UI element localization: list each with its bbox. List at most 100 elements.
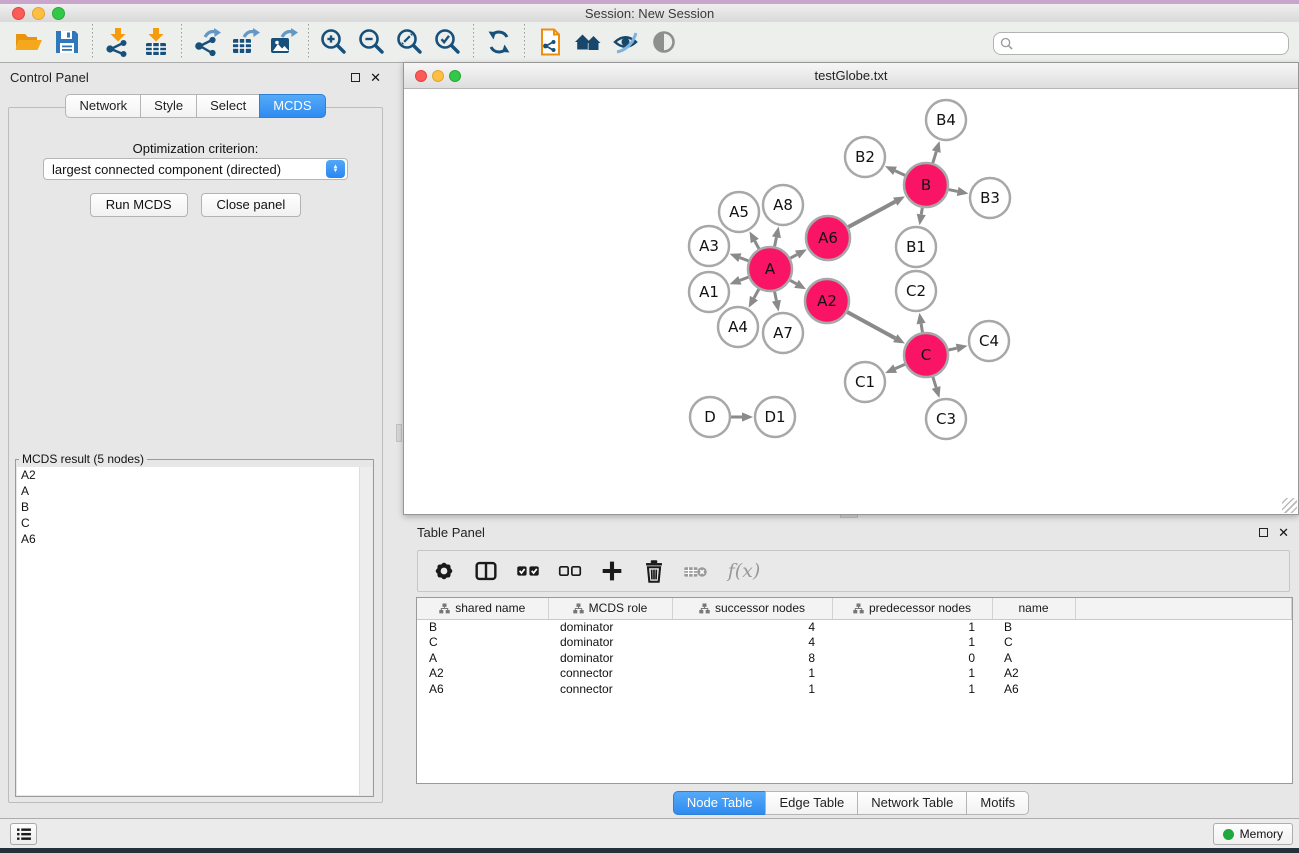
- node-A1[interactable]: A1: [689, 272, 729, 312]
- node-table[interactable]: shared nameMCDS rolesuccessor nodesprede…: [416, 597, 1293, 784]
- tab-mcds[interactable]: MCDS: [259, 94, 325, 118]
- table-tab-network-table[interactable]: Network Table: [857, 791, 967, 815]
- node-A5[interactable]: A5: [719, 192, 759, 232]
- network-document-button[interactable]: [531, 24, 569, 60]
- close-panel-icon[interactable]: ✕: [1278, 526, 1289, 539]
- memory-button[interactable]: Memory: [1213, 823, 1293, 845]
- open-button[interactable]: [10, 24, 48, 60]
- edge-A-A2[interactable]: [790, 280, 806, 289]
- column-header-MCDS-role[interactable]: MCDS role: [548, 598, 672, 619]
- node-B4[interactable]: B4: [926, 100, 966, 140]
- network-graph[interactable]: B4B2BB3A8A5A6A3B1AC2A1A2A4A7C4CC1DD1C3: [404, 89, 1298, 514]
- edge-B-B4[interactable]: [932, 141, 941, 163]
- edge-A-A8[interactable]: [772, 227, 781, 247]
- cell-MCDS-role[interactable]: dominator: [548, 619, 672, 635]
- node-B1[interactable]: B1: [896, 227, 936, 267]
- node-A4[interactable]: A4: [718, 307, 758, 347]
- table-row[interactable]: Cdominator41C: [417, 635, 1292, 651]
- table-row[interactable]: Adominator80A: [417, 650, 1292, 666]
- table-row[interactable]: A2connector11A2: [417, 666, 1292, 682]
- cell-name[interactable]: A2: [992, 666, 1075, 682]
- node-D[interactable]: D: [690, 397, 730, 437]
- node-D1[interactable]: D1: [755, 397, 795, 437]
- node-A8[interactable]: A8: [763, 185, 803, 225]
- result-item[interactable]: C: [17, 515, 372, 531]
- cell-name[interactable]: B: [992, 619, 1075, 635]
- edge-C-C3[interactable]: [932, 377, 941, 398]
- column-header-name[interactable]: name: [992, 598, 1075, 619]
- table-row[interactable]: Bdominator41B: [417, 619, 1292, 635]
- node-A6[interactable]: A6: [806, 216, 850, 260]
- edge-C-C2[interactable]: [917, 313, 926, 333]
- edge-A6-B[interactable]: [848, 196, 905, 227]
- cell-successor-nodes[interactable]: 1: [672, 666, 832, 682]
- node-C4[interactable]: C4: [969, 321, 1009, 361]
- cell-shared-name[interactable]: C: [417, 635, 548, 651]
- result-scrollbar[interactable]: [359, 467, 372, 795]
- cell-shared-name[interactable]: A2: [417, 666, 548, 682]
- close-panel-icon[interactable]: ✕: [370, 71, 381, 84]
- cell-MCDS-role[interactable]: dominator: [548, 635, 672, 651]
- node-B2[interactable]: B2: [845, 137, 885, 177]
- cell-predecessor-nodes[interactable]: 0: [832, 650, 992, 666]
- node-C3[interactable]: C3: [926, 399, 966, 439]
- save-button[interactable]: [48, 24, 86, 60]
- result-item[interactable]: A6: [17, 531, 372, 547]
- cell-successor-nodes[interactable]: 4: [672, 619, 832, 635]
- node-C2[interactable]: C2: [896, 271, 936, 311]
- run-mcds-button[interactable]: Run MCDS: [90, 193, 188, 217]
- criterion-select[interactable]: largest connected component (directed) ▲…: [43, 158, 348, 180]
- import-table-button[interactable]: [137, 24, 175, 60]
- column-header-predecessor-nodes[interactable]: predecessor nodes: [832, 598, 992, 619]
- result-item[interactable]: B: [17, 499, 372, 515]
- hide-details-button[interactable]: [607, 24, 645, 60]
- edge-A-A4[interactable]: [749, 289, 759, 308]
- show-columns-button[interactable]: [468, 554, 504, 588]
- split-divider-handle[interactable]: [396, 424, 402, 442]
- select-all-button[interactable]: [510, 554, 546, 588]
- function-builder-button[interactable]: f(x): [720, 554, 768, 588]
- cell-predecessor-nodes[interactable]: 1: [832, 666, 992, 682]
- delete-table-button[interactable]: [678, 554, 714, 588]
- refresh-button[interactable]: [480, 24, 518, 60]
- node-B3[interactable]: B3: [970, 178, 1010, 218]
- cell-successor-nodes[interactable]: 1: [672, 681, 832, 697]
- table-settings-button[interactable]: [426, 554, 462, 588]
- zoom-out-button[interactable]: [353, 24, 391, 60]
- column-header-successor-nodes[interactable]: successor nodes: [672, 598, 832, 619]
- edge-D-D1[interactable]: [731, 412, 753, 421]
- search-box[interactable]: [993, 32, 1289, 55]
- node-C[interactable]: C: [904, 333, 948, 377]
- node-A3[interactable]: A3: [689, 226, 729, 266]
- deselect-all-button[interactable]: [552, 554, 588, 588]
- zoom-in-button[interactable]: [315, 24, 353, 60]
- table-tab-motifs[interactable]: Motifs: [966, 791, 1029, 815]
- edge-A-A3[interactable]: [730, 253, 749, 262]
- node-A2[interactable]: A2: [805, 279, 849, 323]
- cell-successor-nodes[interactable]: 4: [672, 635, 832, 651]
- export-image-button[interactable]: [264, 24, 302, 60]
- cell-predecessor-nodes[interactable]: 1: [832, 681, 992, 697]
- export-table-button[interactable]: [226, 24, 264, 60]
- close-panel-button[interactable]: Close panel: [201, 193, 302, 217]
- column-header-shared-name[interactable]: shared name: [417, 598, 548, 619]
- cell-predecessor-nodes[interactable]: 1: [832, 619, 992, 635]
- edge-C-C1[interactable]: [885, 364, 905, 373]
- node-A7[interactable]: A7: [763, 313, 803, 353]
- float-panel-icon[interactable]: [351, 73, 360, 82]
- edge-B-B3[interactable]: [949, 187, 969, 196]
- tab-network[interactable]: Network: [65, 94, 141, 118]
- edge-A2-C[interactable]: [847, 312, 905, 343]
- cell-shared-name[interactable]: A: [417, 650, 548, 666]
- cell-MCDS-role[interactable]: connector: [548, 666, 672, 682]
- resize-grip[interactable]: [1282, 498, 1297, 513]
- cell-name[interactable]: A6: [992, 681, 1075, 697]
- table-tab-node-table[interactable]: Node Table: [673, 791, 767, 815]
- edge-C-C4[interactable]: [948, 344, 967, 353]
- show-details-button[interactable]: [645, 24, 683, 60]
- home-button[interactable]: [569, 24, 607, 60]
- table-tab-edge-table[interactable]: Edge Table: [765, 791, 858, 815]
- edge-A-A1[interactable]: [730, 276, 749, 285]
- cell-name[interactable]: A: [992, 650, 1075, 666]
- network-window-titlebar[interactable]: testGlobe.txt: [404, 63, 1298, 89]
